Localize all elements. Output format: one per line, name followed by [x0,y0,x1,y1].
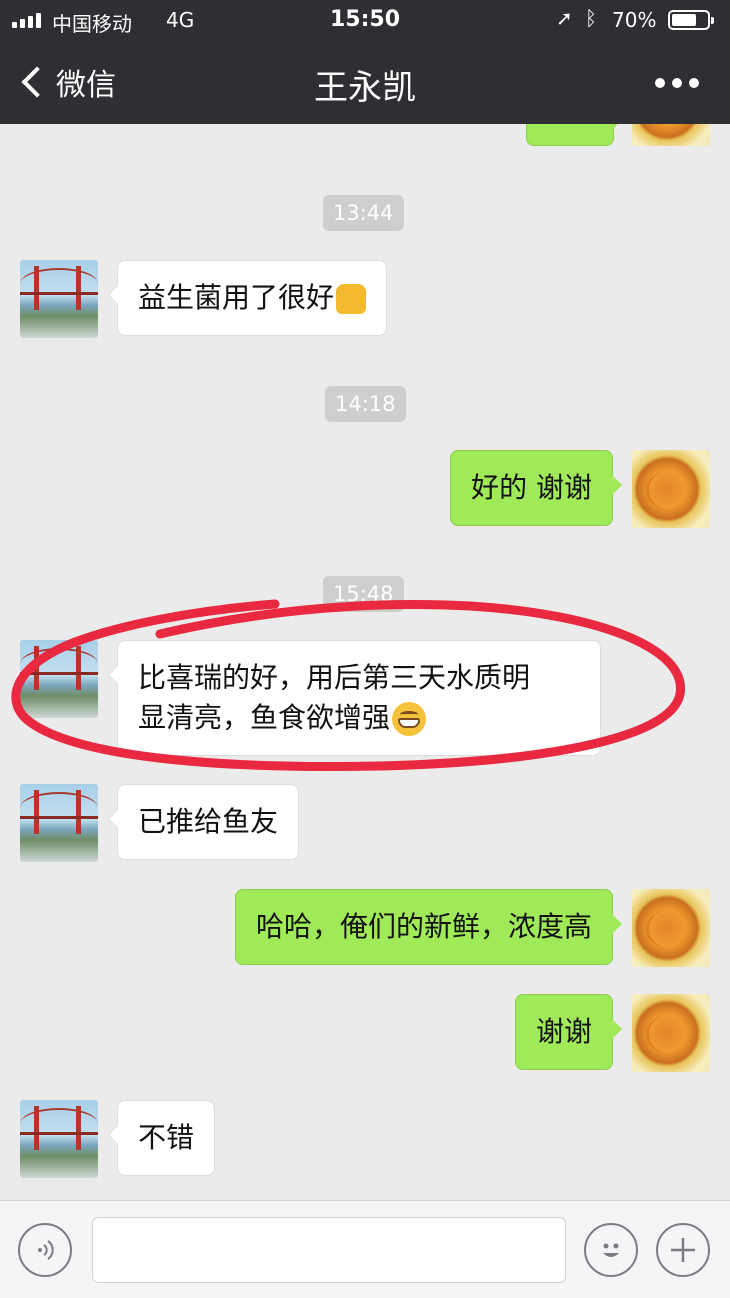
message-bubble[interactable]: 哈哈，俺们的新鲜，浓度高 [234,889,623,965]
message-bubble[interactable]: 谢谢 [514,994,623,1070]
message-text: 不错 [138,1121,195,1154]
message-text: 益生菌用了很好 [138,281,335,314]
more-dots-icon[interactable] [655,72,699,94]
message-bubble[interactable]: 已推给鱼友 [107,784,300,860]
my-avatar[interactable] [632,889,710,967]
contact-avatar[interactable] [20,640,98,718]
message-bubble[interactable]: 不错 [107,1100,216,1176]
input-bar [0,1200,730,1298]
message-text-line: 比喜瑞的好，用后第三天水质明 [138,661,531,694]
timestamp: 13:44 [323,195,404,231]
message-bubble-partial[interactable] [526,124,623,146]
status-bar: 中国移动 4G 15:50 ➚ ᛒ 70% [0,0,730,40]
message-text-line: 显清亮，鱼食欲增强 [138,701,391,734]
message-bubble[interactable]: 好的 谢谢 [450,450,622,526]
battery-icon [668,10,714,30]
timestamp: 14:18 [325,386,406,422]
contact-avatar[interactable] [20,260,98,338]
timestamp: 15:48 [323,576,404,612]
voice-button[interactable] [18,1223,72,1277]
chat-area[interactable]: 13:44 益生菌用了很好 14:18 好的 谢谢 15:48 比喜瑞的好，用后… [0,124,730,1200]
message-text: 已推给鱼友 [138,805,279,838]
top-bar: 中国移动 4G 15:50 ➚ ᛒ 70% 微信 王永凯 [0,0,730,124]
add-button[interactable] [656,1223,710,1277]
thumbs-up-emoji [336,284,367,314]
message-text: 哈哈，俺们的新鲜，浓度高 [255,910,592,943]
location-arrow-icon: ➚ [556,6,573,30]
my-avatar[interactable] [632,994,710,1072]
emoji-face-icon [603,1243,619,1257]
my-avatar[interactable] [632,450,710,528]
grinning-emoji [392,702,427,736]
chat-title: 王永凯 [314,68,416,108]
message-text: 谢谢 [535,1015,592,1048]
plus-icon [671,1238,695,1262]
contact-avatar[interactable] [20,784,98,862]
emoji-button[interactable] [584,1223,638,1277]
bluetooth-icon: ᛒ [585,6,597,30]
voice-icon [38,1240,54,1260]
battery-percent: 70% [612,8,657,32]
message-text: 好的 谢谢 [471,471,592,504]
contact-avatar[interactable] [20,1100,98,1178]
my-avatar[interactable] [632,124,710,146]
message-bubble[interactable]: 比喜瑞的好，用后第三天水质明 显清亮，鱼食欲增强 [108,640,601,756]
message-input[interactable] [92,1217,566,1283]
message-bubble[interactable]: 益生菌用了很好 [107,260,388,336]
